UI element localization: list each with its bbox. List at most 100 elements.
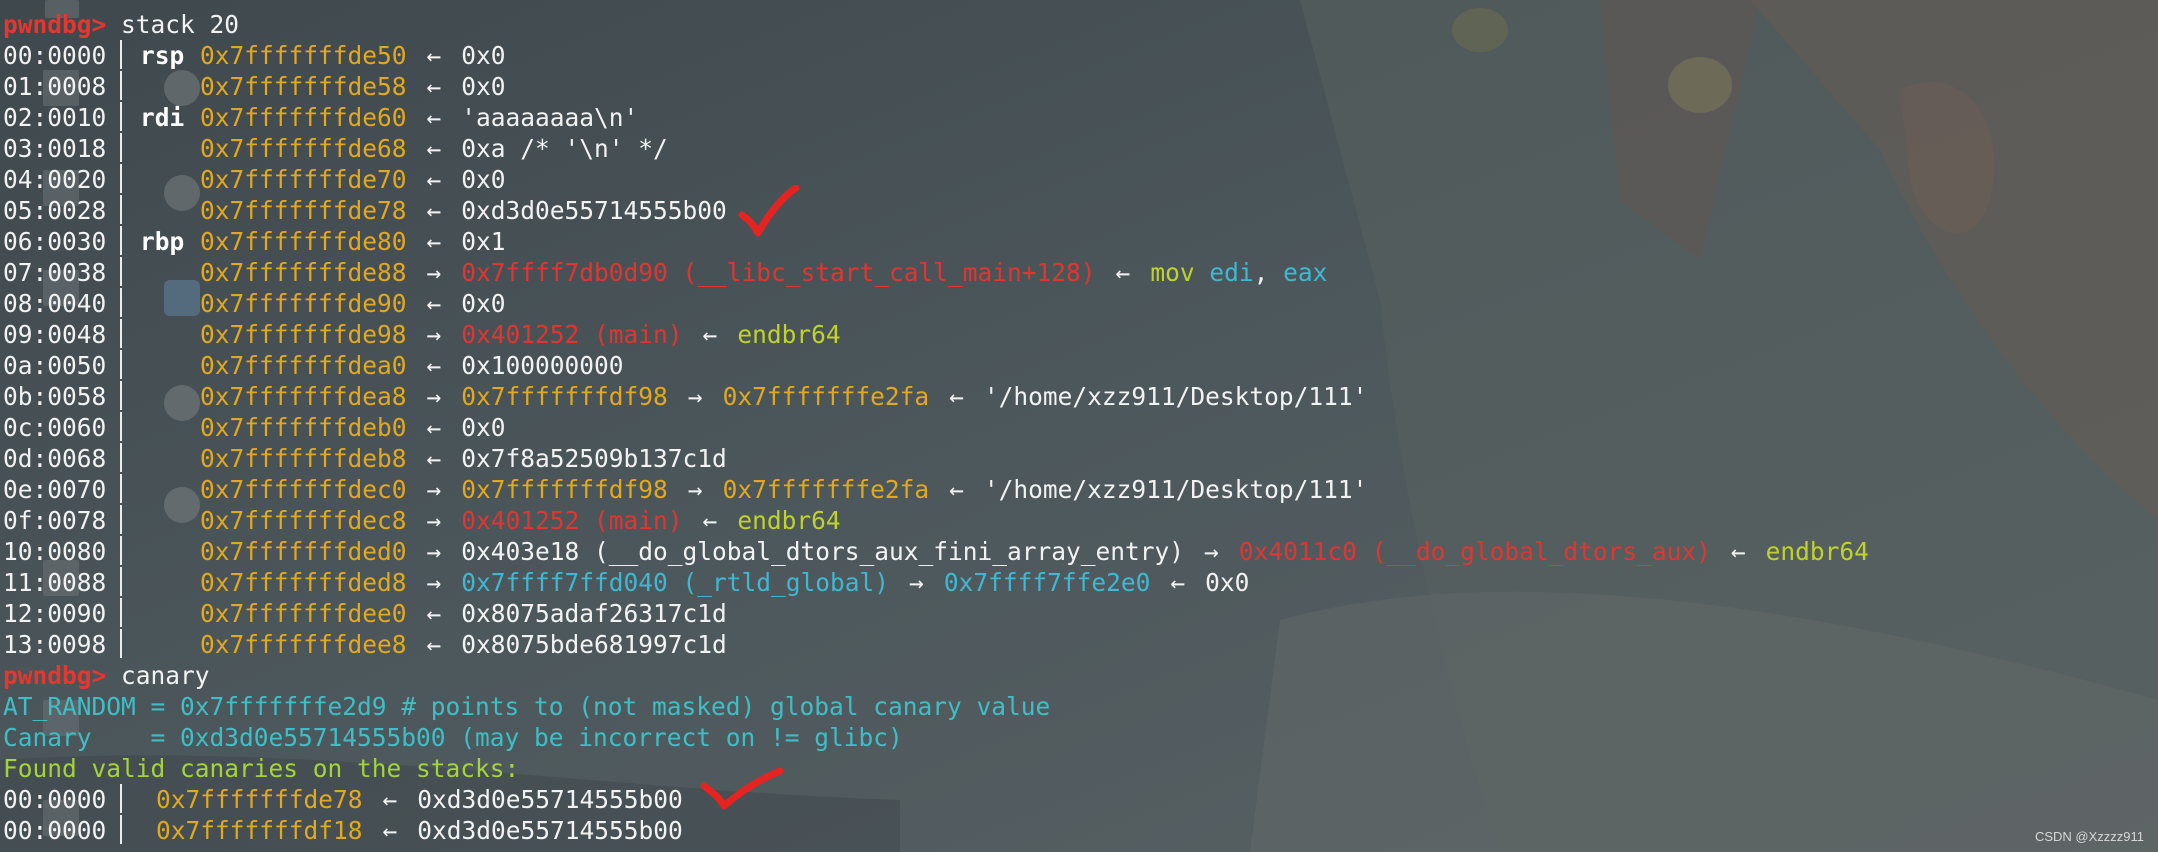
pointer-arrow: → xyxy=(426,537,442,566)
stack-address: 0x7fffffffde78 xyxy=(200,196,407,225)
pointer-arrow: ← xyxy=(426,599,442,628)
stack-address: 0x7fffffffde80 xyxy=(200,227,407,256)
pointer-arrow: ← xyxy=(702,506,718,535)
stack-index: 0f:0078 xyxy=(3,506,107,535)
canary-index: 00:0000 xyxy=(3,816,107,845)
column-divider xyxy=(120,350,122,379)
stack-row: 04:0020 0x7fffffffde70 ← 0x0 xyxy=(3,164,1869,195)
stack-address: 0x7fffffffde58 xyxy=(200,72,407,101)
pointer-arrow: ← xyxy=(426,165,442,194)
stack-row: 11:0088 0x7fffffffded8 → 0x7ffff7ffd040 (_r… xyxy=(3,567,1869,598)
pointer-arrow: ← xyxy=(426,134,442,163)
stack-address: 0x7fffffffde90 xyxy=(200,289,407,318)
pointer-address: 0x7fffffffe2fa xyxy=(722,382,930,411)
stack-row: 09:0048 0x7fffffffde98 → 0x401252 (main) ← en… xyxy=(3,319,1869,350)
instruction: endbr64 xyxy=(737,506,841,535)
stack-address: 0x7fffffffdee8 xyxy=(200,630,407,659)
stack-row: 02:0010 rdi 0x7fffffffde60 ← 'aaaaaaaa\n' xyxy=(3,102,1869,133)
stack-address: 0x7fffffffde50 xyxy=(200,41,407,70)
column-divider xyxy=(120,71,122,100)
stack-index: 0d:0068 xyxy=(3,444,107,473)
stack-row: 12:0090 0x7fffffffdee0 ← 0x8075adaf26317c1d xyxy=(3,598,1869,629)
stack-address: 0x7fffffffde88 xyxy=(200,258,407,287)
operand-separator: , xyxy=(1253,258,1269,287)
operand-register: eax xyxy=(1283,258,1328,287)
stack-index: 0e:0070 xyxy=(3,475,107,504)
stack-address: 0x7fffffffdea8 xyxy=(200,382,407,411)
stack-address: 0x7fffffffde68 xyxy=(200,134,407,163)
stack-value: 0x403e18 (__do_global_dtors_aux_fini_arr… xyxy=(461,537,1185,566)
stack-index: 13:0098 xyxy=(3,630,107,659)
column-divider xyxy=(120,567,122,596)
stack-index: 03:0018 xyxy=(3,134,107,163)
stack-address: 0x7fffffffded8 xyxy=(200,568,407,597)
pointer-arrow: ← xyxy=(426,444,442,473)
stack-value: 'aaaaaaaa\n' xyxy=(461,103,639,132)
column-divider xyxy=(120,505,122,534)
instruction: endbr64 xyxy=(737,320,841,349)
stack-address: 0x7fffffffdec0 xyxy=(200,475,407,504)
column-divider xyxy=(120,257,122,286)
checkmark-icon xyxy=(738,185,800,237)
stack-row: 05:0028 0x7fffffffde78 ← 0xd3d0e55714555b00 xyxy=(3,195,1869,226)
code-symbol: 0x7ffff7db0d90 (__libc_start_call_main+1… xyxy=(461,258,1096,287)
pointer-arrow: ← xyxy=(949,382,964,411)
command-text: canary xyxy=(121,661,210,690)
stack-index: 0a:0050 xyxy=(3,351,107,380)
code-symbol: 0x401252 (main) xyxy=(461,320,683,349)
stack-index: 01:0008 xyxy=(3,72,107,101)
stack-row: 00:0000 rsp 0x7fffffffde50 ← 0x0 xyxy=(3,40,1869,71)
register-label: rbp xyxy=(140,227,185,256)
stack-index: 00:0000 xyxy=(3,41,107,70)
column-divider xyxy=(120,815,122,844)
column-divider xyxy=(120,536,122,565)
stack-index: 12:0090 xyxy=(3,599,107,628)
stack-row: 08:0040 0x7fffffffde90 ← 0x0 xyxy=(3,288,1869,319)
canary-index: 00:0000 xyxy=(3,785,107,814)
prompt-label: pwndbg> xyxy=(3,661,107,690)
code-symbol: 0x401252 (main) xyxy=(461,506,683,535)
stack-value: 0x100000000 xyxy=(461,351,624,380)
pointer-arrow: → xyxy=(426,258,442,287)
stack-value: 0x8075bde681997c1d xyxy=(461,630,727,659)
stack-value: 0xa /* '\n' */ xyxy=(461,134,668,163)
stack-address: 0x7fffffffded0 xyxy=(200,537,407,566)
stack-index: 0c:0060 xyxy=(3,413,107,442)
checkmark-icon xyxy=(700,768,784,810)
stack-address: 0x7fffffffdec8 xyxy=(200,506,407,535)
command-text: stack 20 xyxy=(121,10,240,39)
stack-index: 09:0048 xyxy=(3,320,107,349)
pointer-address: 0x7fffffffdf98 xyxy=(461,475,668,504)
pointer-arrow: → xyxy=(426,320,442,349)
instruction: endbr64 xyxy=(1765,537,1869,566)
instruction: mov xyxy=(1150,258,1195,287)
stack-value: 0x0 xyxy=(461,165,506,194)
stack-address: 0x7fffffffdee0 xyxy=(200,599,407,628)
canary-row: 00:0000 0x7fffffffde78 ← 0xd3d0e55714555b00 xyxy=(3,784,1869,815)
stack-row: 0c:0060 0x7fffffffdeb0 ← 0x0 xyxy=(3,412,1869,443)
prompt-line: pwndbg> stack 20 xyxy=(3,9,1869,40)
pointer-arrow: ← xyxy=(426,41,442,70)
stack-row: 0b:0058 0x7fffffffdea8 → 0x7fffffffdf98 → 0x7… xyxy=(3,381,1869,412)
column-divider xyxy=(120,412,122,441)
canary-row: 00:0000 0x7fffffffdf18 ← 0xd3d0e55714555b00 xyxy=(3,815,1869,846)
register-label: rdi xyxy=(140,103,185,132)
stack-index: 08:0040 xyxy=(3,289,107,318)
stack-value: 0x0 xyxy=(461,41,506,70)
column-divider xyxy=(120,784,122,813)
column-divider xyxy=(120,474,122,503)
stack-value: 0x0 xyxy=(461,72,506,101)
stack-value: 0x7f8a52509b137c1d xyxy=(461,444,727,473)
pointer-arrow: → xyxy=(426,506,442,535)
pointer-arrow: ← xyxy=(426,351,442,380)
column-divider xyxy=(120,102,122,131)
stack-address: 0x7fffffffde98 xyxy=(200,320,407,349)
column-divider xyxy=(120,288,122,317)
stack-row: 13:0098 0x7fffffffdee8 ← 0x8075bde681997c1d xyxy=(3,629,1869,660)
terminal-output[interactable]: pwndbg> stack 20 00:0000 rsp 0x7fffffffde50… xyxy=(3,9,1869,846)
column-divider xyxy=(120,195,122,224)
column-divider xyxy=(120,381,122,410)
at-random-line: AT_RANDOM = 0x7fffffffe2d9 # points to (… xyxy=(3,692,1051,721)
stack-address: 0x7fffffffde60 xyxy=(200,103,407,132)
stack-row: 01:0008 0x7fffffffde58 ← 0x0 xyxy=(3,71,1869,102)
